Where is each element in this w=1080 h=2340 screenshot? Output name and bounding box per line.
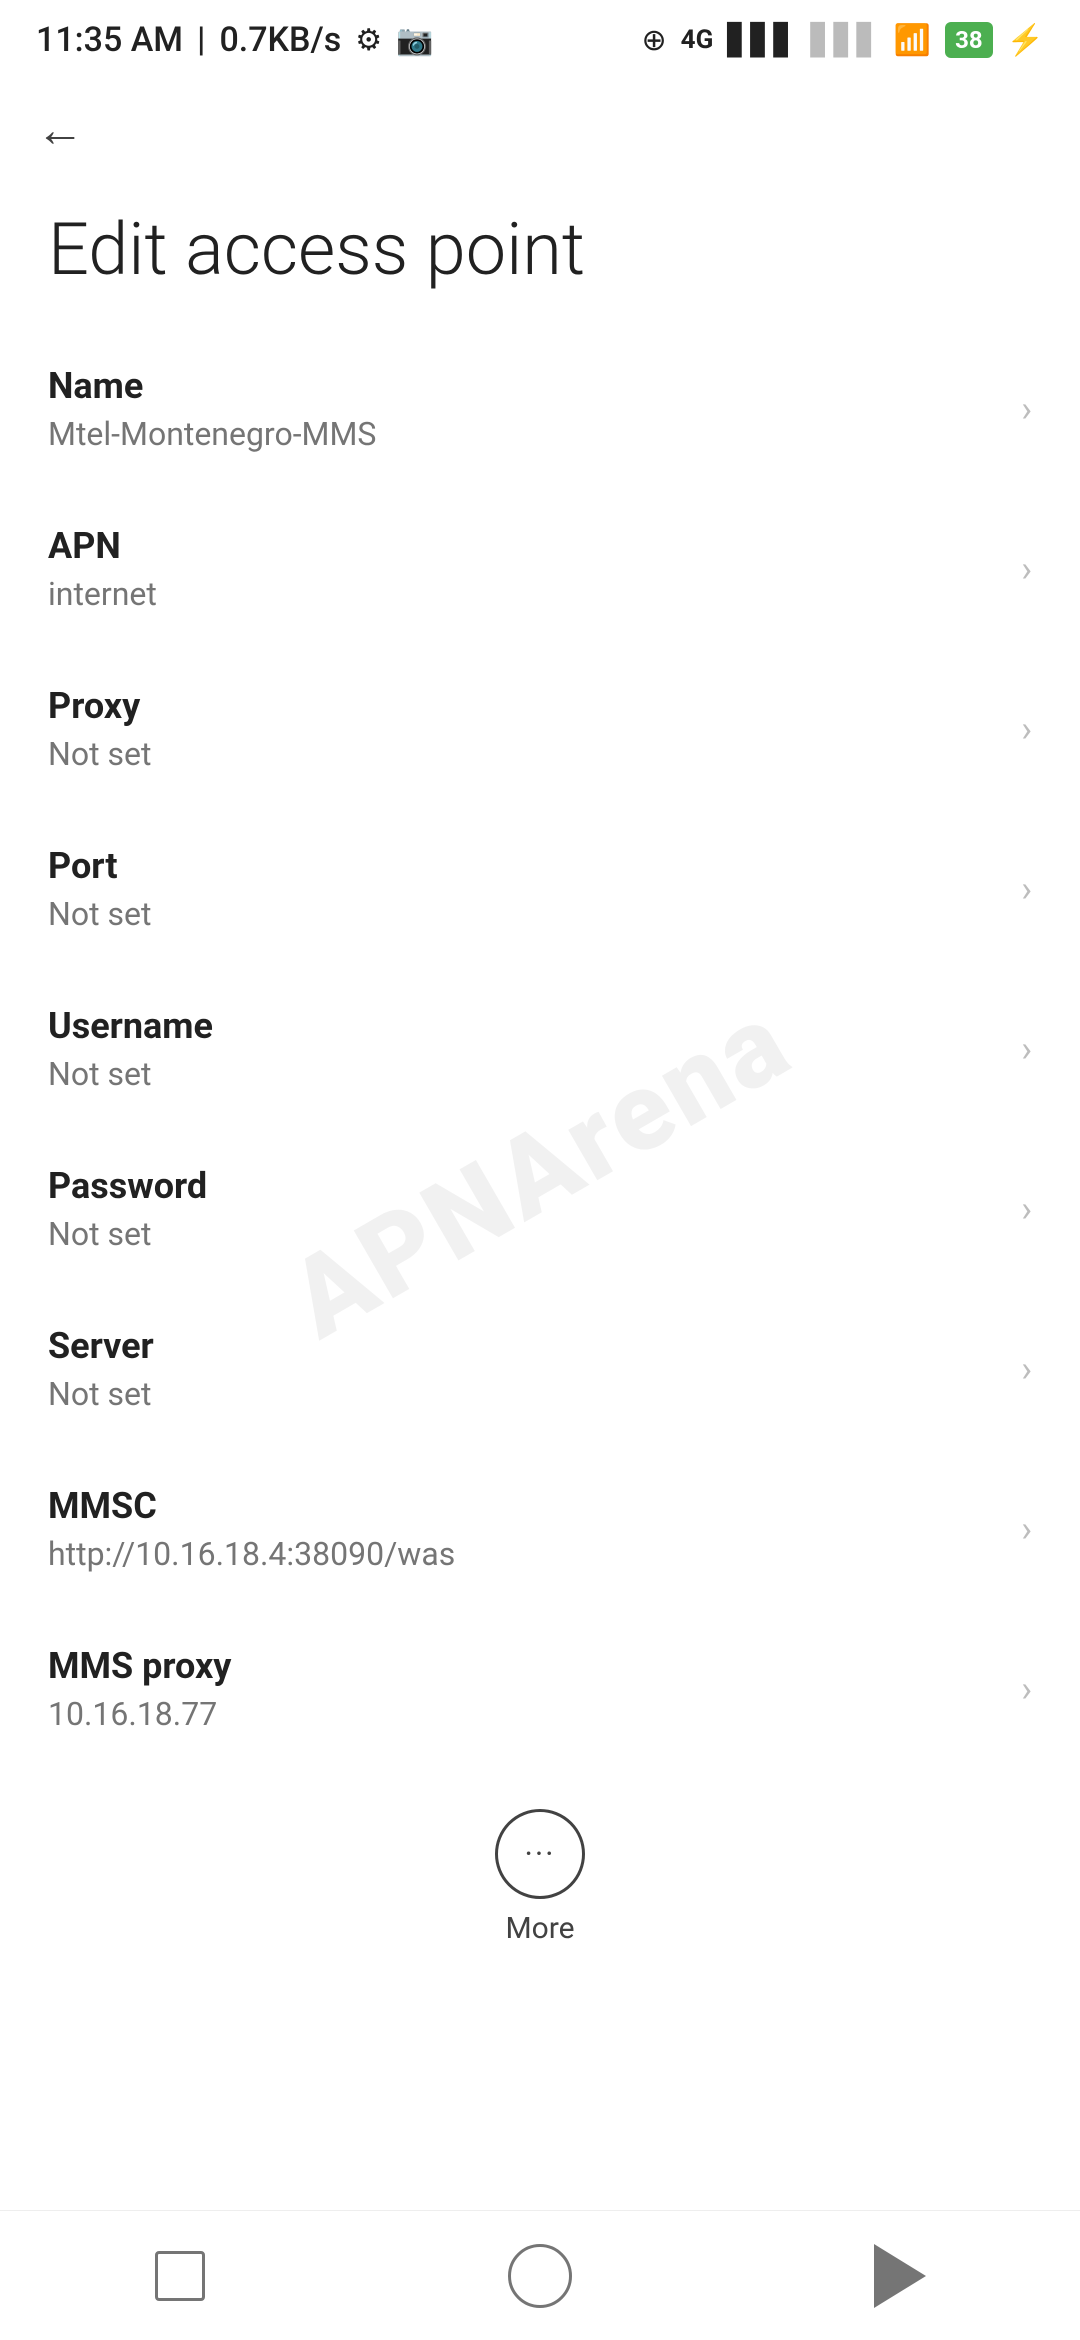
chevron-icon-mms-proxy: › xyxy=(1021,1668,1032,1710)
settings-item-username[interactable]: Username Not set › xyxy=(0,969,1080,1129)
settings-label-mmsc: MMSC xyxy=(48,1485,455,1527)
chevron-icon-name: › xyxy=(1021,388,1032,430)
settings-value-password: Not set xyxy=(48,1215,207,1253)
page-title: Edit access point xyxy=(0,180,1080,329)
settings-value-mmsc: http://10.16.18.4:38090/was xyxy=(48,1535,455,1573)
status-bar: 11:35 AM | 0.7KB/s ⚙ 📷 ⊕ 4G ▋▋▋ ▋▋▋ 📶 38… xyxy=(0,0,1080,80)
nav-home-button[interactable] xyxy=(480,2236,600,2316)
wifi-icon: 📶 xyxy=(894,23,931,58)
more-button[interactable]: ··· xyxy=(495,1809,585,1899)
chevron-icon-mmsc: › xyxy=(1021,1508,1032,1550)
settings-value-port: Not set xyxy=(48,895,151,933)
chevron-icon-password: › xyxy=(1021,1188,1032,1230)
battery-level: 38 xyxy=(945,22,993,58)
settings-item-proxy[interactable]: Proxy Not set › xyxy=(0,649,1080,809)
speed-label: | xyxy=(197,20,205,60)
more-dots-icon: ··· xyxy=(524,1838,555,1870)
chevron-icon-apn: › xyxy=(1021,548,1032,590)
settings-label-apn: APN xyxy=(48,525,157,567)
settings-value-username: Not set xyxy=(48,1055,213,1093)
status-left: 11:35 AM | 0.7KB/s ⚙ 📷 xyxy=(36,20,434,60)
more-label: More xyxy=(505,1911,574,1946)
signal-bars-icon: ▋▋▋ xyxy=(727,23,796,58)
settings-icon: ⚙ xyxy=(355,23,382,58)
settings-item-server[interactable]: Server Not set › xyxy=(0,1289,1080,1449)
chevron-icon-proxy: › xyxy=(1021,708,1032,750)
chevron-icon-server: › xyxy=(1021,1348,1032,1390)
settings-item-mms-proxy[interactable]: MMS proxy 10.16.18.77 › xyxy=(0,1609,1080,1769)
settings-value-mms-proxy: 10.16.18.77 xyxy=(48,1695,231,1733)
network-speed: 0.7KB/s xyxy=(219,20,341,60)
camera-icon: 📷 xyxy=(396,23,433,58)
settings-item-password[interactable]: Password Not set › xyxy=(0,1129,1080,1289)
top-nav: ← xyxy=(0,80,1080,180)
nav-back-button[interactable] xyxy=(840,2236,960,2316)
settings-label-mms-proxy: MMS proxy xyxy=(48,1645,231,1687)
settings-value-apn: internet xyxy=(48,575,157,613)
settings-label-port: Port xyxy=(48,845,151,887)
settings-value-server: Not set xyxy=(48,1375,154,1413)
time-label: 11:35 AM xyxy=(36,20,183,60)
signal-4g-icon: 4G xyxy=(681,25,714,55)
recent-apps-icon xyxy=(155,2251,205,2301)
settings-label-proxy: Proxy xyxy=(48,685,151,727)
settings-value-name: Mtel-Montenegro-MMS xyxy=(48,415,376,453)
settings-item-mmsc[interactable]: MMSC http://10.16.18.4:38090/was › xyxy=(0,1449,1080,1609)
settings-label-username: Username xyxy=(48,1005,213,1047)
bottom-nav xyxy=(0,2210,1080,2340)
chevron-icon-username: › xyxy=(1021,1028,1032,1070)
settings-item-port[interactable]: Port Not set › xyxy=(0,809,1080,969)
settings-value-proxy: Not set xyxy=(48,735,151,773)
back-button[interactable]: ← xyxy=(36,106,84,154)
chevron-icon-port: › xyxy=(1021,868,1032,910)
settings-label-name: Name xyxy=(48,365,376,407)
settings-list: NameMtel-Montenegro-MMS›APNinternet›Prox… xyxy=(0,329,1080,1769)
settings-label-server: Server xyxy=(48,1325,154,1367)
bluetooth-icon: ⊕ xyxy=(642,23,667,58)
status-right: ⊕ 4G ▋▋▋ ▋▋▋ 📶 38 ⚡ xyxy=(642,22,1044,58)
settings-item-apn[interactable]: APN internet › xyxy=(0,489,1080,649)
settings-label-password: Password xyxy=(48,1165,207,1207)
more-button-area: ··· More xyxy=(0,1769,1080,1976)
settings-item-name[interactable]: Name Mtel-Montenegro-MMS › xyxy=(0,329,1080,489)
home-icon xyxy=(508,2244,572,2308)
nav-recent-button[interactable] xyxy=(120,2236,240,2316)
back-icon xyxy=(874,2244,926,2308)
charging-icon: ⚡ xyxy=(1007,23,1044,58)
signal-bars2-icon: ▋▋▋ xyxy=(811,23,880,58)
